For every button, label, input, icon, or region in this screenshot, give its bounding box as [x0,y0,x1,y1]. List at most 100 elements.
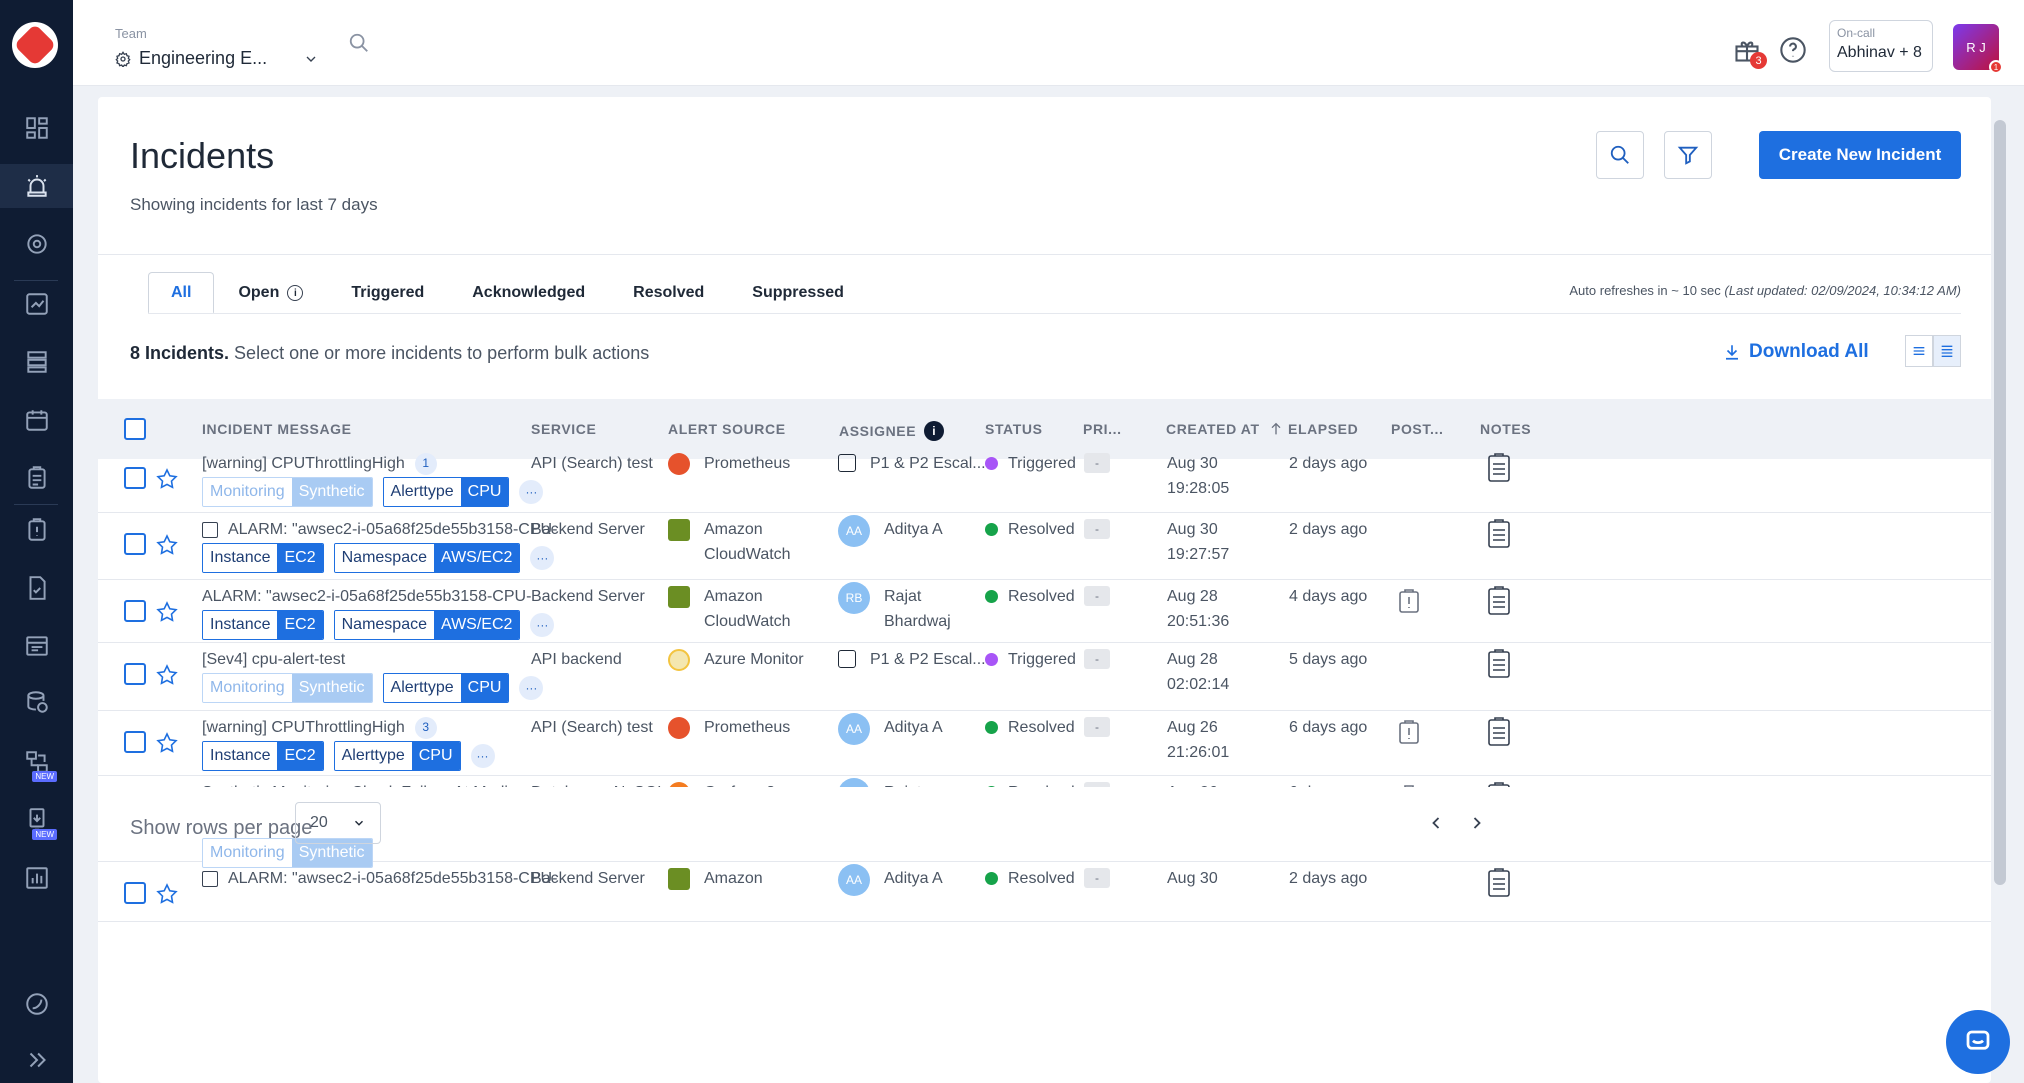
star-button[interactable] [155,467,179,491]
notes-button[interactable] [1487,649,1511,679]
nav-workflows[interactable]: NEW [0,740,73,784]
tag[interactable]: Namespace AWS/EC2 [333,543,521,573]
oncall-widget[interactable]: On-call Abhinav + 8 [1829,20,1933,72]
priority-badge[interactable]: - [1084,519,1110,539]
priority-badge[interactable]: - [1084,586,1110,606]
incident-message[interactable]: [Sev4] cpu-alert-test [202,647,345,672]
incident-message[interactable]: [warning] CPUThrottlingHigh 1 [202,451,437,476]
nav-schedules[interactable] [0,398,73,442]
whats-new-button[interactable]: 3 [1733,36,1767,69]
nav-incidents[interactable] [0,164,73,208]
more-tags-button[interactable]: ··· [530,613,555,637]
assignee[interactable]: RB Rajat Bhardwaj [838,582,951,634]
tab-acknowledged[interactable]: Acknowledged [448,272,609,314]
assignee[interactable]: AA Aditya A [838,713,943,745]
postmortem-button[interactable] [1398,719,1420,745]
col-message[interactable]: INCIDENT MESSAGE [202,421,352,437]
select-all-checkbox[interactable] [124,418,146,440]
table-row[interactable]: ALARM: "awsec2-i-05a68f25de55b3158-CPU- B… [98,862,1991,922]
tag[interactable]: Namespace AWS/EC2 [333,610,521,640]
page-scrollbar[interactable] [1990,100,2008,1080]
star-button[interactable] [155,663,179,687]
tag[interactable]: Instance EC2 [202,610,324,640]
create-incident-button[interactable]: Create New Incident [1759,131,1961,179]
table-row[interactable]: ALARM: "awsec2-i-05a68f25de55b3158-CPU- I… [98,580,1991,643]
priority-badge[interactable]: - [1084,453,1110,473]
assignee[interactable]: AA Aditya A [838,864,943,896]
more-tags-button[interactable]: ··· [470,744,495,768]
tag[interactable]: Monitoring Synthetic [202,673,373,703]
col-notes[interactable]: NOTES [1480,421,1531,437]
star-button[interactable] [155,731,179,755]
table-row[interactable]: ALARM: "awsec2-i-05a68f25de55b3158-CPU- I… [98,513,1991,580]
nav-analytics[interactable] [0,282,73,326]
star-button[interactable] [155,882,179,906]
global-search-button[interactable] [348,32,370,54]
next-page-button[interactable] [1467,813,1491,837]
row-checkbox[interactable] [124,731,146,753]
star-button[interactable] [155,533,179,557]
nav-reports[interactable] [0,856,73,900]
nav-runbooks[interactable] [0,456,73,500]
filter-button[interactable] [1664,131,1712,179]
scrollbar-thumb[interactable] [1994,120,2006,885]
tab-resolved[interactable]: Resolved [609,272,728,314]
notes-button[interactable] [1487,868,1511,898]
nav-status-page[interactable] [0,624,73,668]
info-icon[interactable]: i [287,285,304,301]
col-alert-source[interactable]: ALERT SOURCE [668,421,786,437]
tab-suppressed[interactable]: Suppressed [728,272,868,314]
notes-button[interactable] [1487,519,1511,549]
assignee[interactable]: AA Aditya A [838,515,943,547]
expanded-view-button[interactable] [1933,335,1961,367]
app-logo[interactable] [12,22,58,68]
nav-postmortems[interactable] [0,508,73,552]
col-elapsed[interactable]: ELAPSED [1288,421,1358,437]
col-service[interactable]: SERVICE [531,421,596,437]
tag[interactable]: Instance EC2 [202,741,324,771]
table-row[interactable]: [warning] CPUThrottlingHigh 1 Monitoring Sy… [98,447,1991,513]
rows-per-page-select[interactable]: 20 [295,802,381,844]
row-checkbox[interactable] [124,600,146,622]
assignee[interactable]: P1 & P2 Escal... [838,647,986,672]
row-checkbox[interactable] [124,533,146,555]
col-created-at[interactable]: CREATED AT [1166,421,1284,437]
nav-integrations[interactable] [0,680,73,724]
assignee[interactable]: P1 & P2 Escal... [838,451,986,476]
tag[interactable]: Alerttype CPU [382,477,510,507]
priority-badge[interactable]: - [1084,868,1110,888]
notes-button[interactable] [1487,453,1511,483]
nav-expand[interactable] [0,1038,73,1082]
priority-badge[interactable]: - [1084,649,1110,669]
tag[interactable]: Monitoring Synthetic [202,477,373,507]
notes-button[interactable] [1487,586,1511,616]
notes-button[interactable] [1487,717,1511,747]
star-button[interactable] [155,600,179,624]
row-checkbox[interactable] [124,663,146,685]
user-avatar[interactable]: R J 1 [1953,24,2003,74]
tab-open[interactable]: Open i [214,272,327,314]
col-priority[interactable]: PRI... [1083,421,1122,437]
nav-monitoring[interactable] [0,222,73,266]
more-tags-button[interactable]: ··· [519,676,544,700]
table-row[interactable]: [warning] CPUThrottlingHigh 3 Instance EC2 A… [98,711,1991,776]
tab-triggered[interactable]: Triggered [327,272,448,314]
nav-dashboard[interactable] [0,106,73,150]
incident-message[interactable]: ALARM: "awsec2-i-05a68f25de55b3158-CPU- [202,517,557,542]
col-status[interactable]: STATUS [985,421,1043,437]
row-checkbox[interactable] [124,882,146,904]
compact-view-button[interactable] [1905,335,1933,367]
search-incidents-button[interactable] [1596,131,1644,179]
tab-all[interactable]: All [148,272,215,314]
more-tags-button[interactable]: ··· [530,546,555,570]
nav-automation[interactable]: NEW [0,798,73,842]
col-postmortem[interactable]: POST... [1391,421,1443,437]
download-all-button[interactable]: Download All [1723,341,1869,363]
nav-services[interactable] [0,340,73,384]
team-selector[interactable]: Engineering E... [115,48,319,69]
incident-message[interactable]: ALARM: "awsec2-i-05a68f25de55b3158-CPU- [202,866,557,891]
chat-support-button[interactable] [1946,1010,2010,1074]
table-row[interactable]: [Sev4] cpu-alert-test Monitoring Synthetic… [98,643,1991,711]
row-checkbox[interactable] [124,467,146,489]
tag[interactable]: Alerttype CPU [333,741,461,771]
